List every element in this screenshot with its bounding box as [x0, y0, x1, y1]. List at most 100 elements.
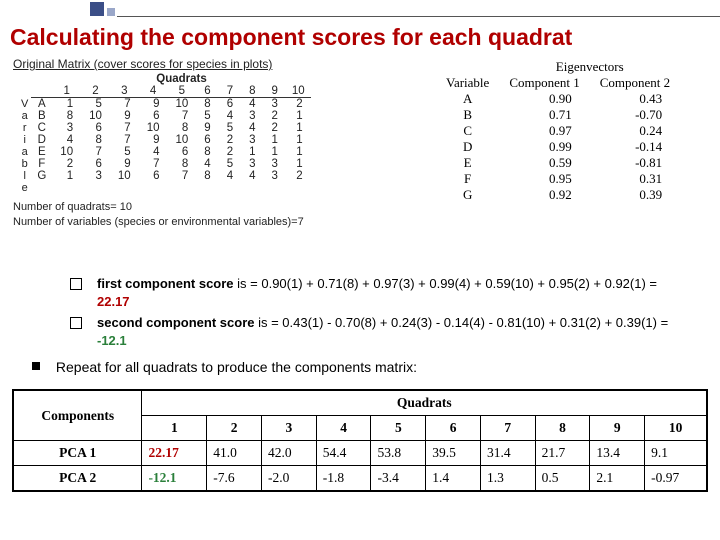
bullet-filled-icon — [32, 362, 40, 370]
species-A: A — [31, 98, 52, 111]
om-cell: 1 — [286, 158, 311, 170]
om-cell: 5 — [196, 110, 218, 122]
quadrat-col-4: 4 — [139, 85, 168, 98]
bullet-first-component: first component score is = 0.90(1) + 0.7… — [97, 275, 680, 310]
om-cell: 4 — [241, 98, 263, 111]
om-cell: 10 — [139, 122, 168, 134]
om-cell: 10 — [167, 134, 196, 146]
om-cell: 4 — [196, 158, 218, 170]
eigen-head: Component 1 — [499, 75, 589, 91]
quadrat-col-3: 3 — [110, 85, 139, 98]
components-col-2: 2 — [207, 416, 262, 441]
components-col-6: 6 — [426, 416, 481, 441]
components-cell: 21.7 — [535, 441, 590, 466]
om-cell: 3 — [241, 134, 263, 146]
original-matrix-figure: Original Matrix (cover scores for specie… — [13, 57, 413, 231]
om-cell: 3 — [264, 170, 286, 182]
eigen-super: Eigenvectors — [499, 59, 680, 75]
variables-side-letter: b — [13, 158, 31, 170]
om-cell: 6 — [81, 122, 110, 134]
original-matrix-caption: Original Matrix (cover scores for specie… — [13, 57, 413, 71]
components-table: Components Quadrats 12345678910 PCA 122.… — [12, 389, 708, 492]
eigen-cell: 0.92 — [499, 187, 589, 203]
variables-side-letter: V — [13, 98, 31, 111]
eigen-head: Component 2 — [590, 75, 680, 91]
om-cell: 4 — [219, 170, 241, 182]
eigen-cell: 0.59 — [499, 155, 589, 171]
om-cell: 5 — [219, 158, 241, 170]
components-cell: 42.0 — [262, 441, 317, 466]
eigen-cell: -0.81 — [590, 155, 680, 171]
om-cell: 1 — [52, 98, 81, 111]
components-cell: 22.17 — [142, 441, 207, 466]
om-cell: 1 — [241, 146, 263, 158]
eigen-cell: -0.70 — [590, 107, 680, 123]
om-cell: 7 — [167, 110, 196, 122]
eigen-cell: 0.97 — [499, 123, 589, 139]
om-cell: 2 — [264, 110, 286, 122]
components-cell: 31.4 — [480, 441, 535, 466]
om-cell: 6 — [219, 98, 241, 111]
om-cell: 2 — [219, 146, 241, 158]
variables-side-letter: r — [13, 122, 31, 134]
components-cell: -1.8 — [316, 466, 371, 492]
quadrat-col-5: 5 — [167, 85, 196, 98]
eigen-cell: 0.90 — [499, 91, 589, 107]
components-col-9: 9 — [590, 416, 645, 441]
components-row-label: PCA 1 — [13, 441, 142, 466]
components-cell: 41.0 — [207, 441, 262, 466]
om-cell: 2 — [52, 158, 81, 170]
om-cell: 8 — [81, 134, 110, 146]
species-F: F — [31, 158, 52, 170]
bullet-box-icon — [70, 317, 82, 329]
components-cell: 39.5 — [426, 441, 481, 466]
om-cell: 6 — [139, 110, 168, 122]
om-cell: 1 — [264, 134, 286, 146]
om-cell: 9 — [196, 122, 218, 134]
quadrat-col-8: 8 — [241, 85, 263, 98]
footnote-n-quadrats: Number of quadrats= 10 — [13, 200, 413, 215]
variables-side-letter: a — [13, 146, 31, 158]
om-cell: 7 — [110, 134, 139, 146]
components-col-10: 10 — [645, 416, 707, 441]
repeat-line: Repeat for all quadrats to produce the c… — [32, 359, 692, 375]
components-cell: 0.5 — [535, 466, 590, 492]
om-cell: 2 — [264, 122, 286, 134]
quadrat-col-10: 10 — [286, 85, 311, 98]
species-G: G — [31, 170, 52, 182]
eigen-cell: 0.24 — [590, 123, 680, 139]
bullet-box-icon — [70, 278, 82, 290]
om-cell: 3 — [241, 110, 263, 122]
eigen-cell: 0.71 — [499, 107, 589, 123]
om-cell: 3 — [264, 98, 286, 111]
quadrats-label: Quadrats — [52, 73, 310, 85]
quadrat-col-7: 7 — [219, 85, 241, 98]
om-cell: 5 — [81, 98, 110, 111]
om-cell: 3 — [52, 122, 81, 134]
om-cell: 7 — [167, 170, 196, 182]
om-cell: 2 — [286, 98, 311, 111]
species-E: E — [31, 146, 52, 158]
om-cell: 1 — [286, 122, 311, 134]
om-cell: 7 — [110, 122, 139, 134]
components-col-4: 4 — [316, 416, 371, 441]
species-blank — [31, 182, 52, 194]
eigen-cell: B — [436, 107, 499, 123]
species-B: B — [31, 110, 52, 122]
eigenvectors-table: Eigenvectors VariableComponent 1Componen… — [436, 59, 680, 203]
om-cell: 4 — [241, 170, 263, 182]
eigen-cell: F — [436, 171, 499, 187]
slide-title: Calculating the component scores for eac… — [0, 20, 720, 57]
om-cell: 8 — [196, 146, 218, 158]
om-cell: 4 — [52, 134, 81, 146]
om-cell: 7 — [139, 158, 168, 170]
components-col-7: 7 — [480, 416, 535, 441]
eigen-cell: C — [436, 123, 499, 139]
om-cell: 1 — [286, 134, 311, 146]
om-cell: 1 — [264, 146, 286, 158]
om-cell: 5 — [110, 146, 139, 158]
eigen-cell: -0.14 — [590, 139, 680, 155]
components-super: Quadrats — [142, 390, 707, 416]
om-cell: 8 — [167, 158, 196, 170]
components-col-1: 1 — [142, 416, 207, 441]
